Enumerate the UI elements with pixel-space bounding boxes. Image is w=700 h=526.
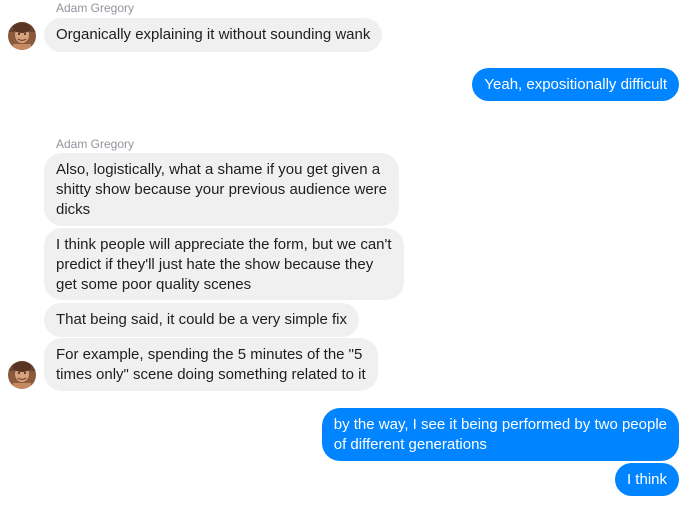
- sender-name: Adam Gregory: [56, 1, 135, 15]
- avatar[interactable]: [8, 361, 36, 389]
- user-avatar-icon: [8, 22, 36, 50]
- message-bubble-incoming[interactable]: Also, logistically, what a shame if you …: [44, 153, 400, 226]
- user-avatar-icon: [8, 361, 36, 389]
- message-text: Organically explaining it without soundi…: [56, 26, 371, 43]
- message-bubble-incoming[interactable]: For example, spending the 5 minutes of t…: [44, 338, 378, 391]
- message-bubble-outgoing[interactable]: by the way, I see it being performed by …: [321, 408, 679, 461]
- message-line: I think people will appreciate the form,…: [56, 236, 392, 253]
- message-bubble-outgoing[interactable]: I think: [614, 463, 679, 496]
- message-line: For example, spending the 5 minutes of t…: [56, 346, 363, 363]
- message-text: I think: [626, 471, 667, 488]
- message-text: Yeah, expositionally difficult: [484, 76, 667, 93]
- message-bubble-outgoing[interactable]: Yeah, expositionally difficult: [472, 68, 679, 101]
- message-bubble-incoming[interactable]: That being said, it could be a very simp…: [44, 303, 359, 337]
- message-line: by the way, I see it being performed by …: [333, 416, 667, 433]
- message-bubble-incoming[interactable]: I think people will appreciate the form,…: [44, 228, 404, 300]
- message-line: get some poor quality scenes: [56, 276, 252, 293]
- message-line: dicks: [56, 201, 91, 218]
- message-line: Also, logistically, what a shame if you …: [56, 161, 381, 178]
- sender-name: Adam Gregory: [56, 137, 135, 151]
- message-line: shitty show because your previous audien…: [56, 181, 388, 198]
- message-line: of different generations: [333, 436, 487, 453]
- avatar[interactable]: [8, 22, 36, 50]
- message-line: times only" scene doing something relate…: [56, 366, 366, 383]
- message-bubble-incoming[interactable]: Organically explaining it without soundi…: [44, 18, 383, 52]
- message-line: predict if they'll just hate the show be…: [56, 256, 374, 273]
- message-text: That being said, it could be a very simp…: [56, 311, 347, 328]
